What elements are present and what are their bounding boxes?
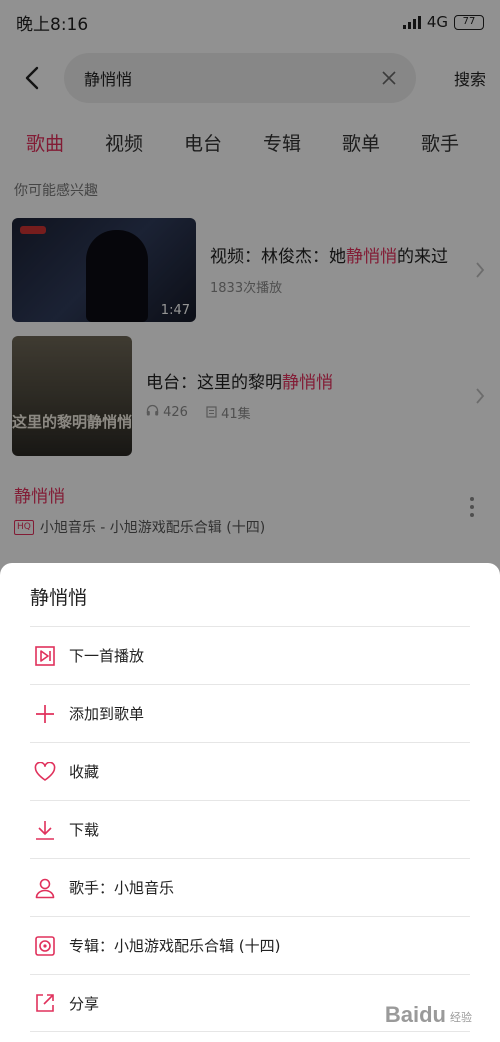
action-download[interactable]: 下载 <box>30 800 470 858</box>
download-icon <box>33 818 57 842</box>
song-actions-sheet: 静悄悄 下一首播放 添加到歌单 收藏 下载 歌手：小旭音乐 专辑：小旭游戏配乐合… <box>0 563 500 1042</box>
play-next-icon <box>33 644 57 668</box>
action-play-next[interactable]: 下一首播放 <box>30 626 470 684</box>
action-artist[interactable]: 歌手：小旭音乐 <box>30 858 470 916</box>
sheet-action-list: 下一首播放 添加到歌单 收藏 下载 歌手：小旭音乐 专辑：小旭游戏配乐合辑 (十… <box>30 626 470 1032</box>
user-icon <box>33 876 57 900</box>
action-add-to-playlist[interactable]: 添加到歌单 <box>30 684 470 742</box>
watermark-sub: 经验 <box>450 1011 472 1024</box>
watermark-brand: Baidu <box>384 1002 446 1027</box>
action-favorite[interactable]: 收藏 <box>30 742 470 800</box>
heart-icon <box>33 760 57 784</box>
share-icon <box>33 991 57 1015</box>
baidu-watermark: Baidu 经验 <box>385 1002 472 1028</box>
plus-icon <box>33 702 57 726</box>
action-album[interactable]: 专辑：小旭游戏配乐合辑 (十四) <box>30 916 470 974</box>
album-icon <box>33 934 57 958</box>
sheet-title: 静悄悄 <box>30 587 88 609</box>
